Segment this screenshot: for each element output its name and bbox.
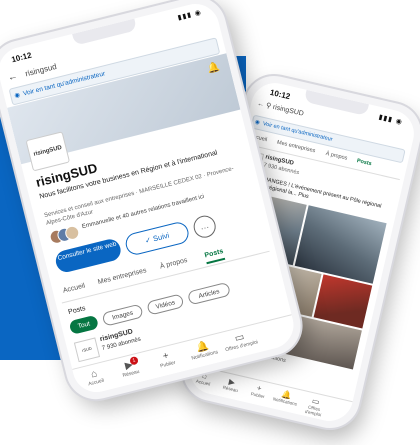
tab-posts[interactable]: Posts xyxy=(203,247,226,265)
nav-notifications[interactable]: 🔔 Notifications xyxy=(184,338,223,363)
filter-images[interactable]: Images xyxy=(101,303,144,327)
employee-avatars xyxy=(48,224,81,246)
back-arrow-icon[interactable]: ← xyxy=(256,100,264,108)
status-time: 10:12 xyxy=(10,50,33,65)
nav-network[interactable]: ▶ 1 Réseau xyxy=(110,355,149,381)
filter-videos[interactable]: Vidéos xyxy=(146,293,185,316)
visit-website-button[interactable]: Consulter le site web xyxy=(53,237,123,275)
tab-mes-entreprises[interactable]: Mes entreprises xyxy=(97,267,147,286)
tab-a-propos[interactable]: À propos xyxy=(325,151,348,162)
nav-home[interactable]: ⌂ Accueil xyxy=(75,365,114,390)
eye-icon: ◉ xyxy=(254,119,261,127)
filter-all[interactable]: Tout xyxy=(68,314,100,335)
nav-jobs[interactable]: ▭ Offres d'emploi xyxy=(299,394,331,419)
tab-posts[interactable]: Posts xyxy=(356,158,372,167)
signal-icon: ▮▮▮ ◉ xyxy=(177,9,203,22)
nav-network[interactable]: ▶ Réseau xyxy=(216,375,246,395)
nav-jobs[interactable]: ▭ Offres d'emploi xyxy=(221,328,260,354)
nav-label: Offres d'emploi xyxy=(304,404,322,418)
filter-articles[interactable]: Articles xyxy=(186,281,232,306)
following-button[interactable]: ✓ Suivi xyxy=(123,220,191,257)
search-icon: ⚲ xyxy=(265,102,272,111)
status-time: 10:12 xyxy=(269,87,292,102)
company-logo: rSUD xyxy=(73,337,101,363)
tab-a-propos[interactable]: À propos xyxy=(159,257,188,271)
more-button[interactable]: … xyxy=(191,213,219,240)
tab-accueil[interactable]: Accueil xyxy=(62,282,86,294)
nav-post[interactable]: + Publier xyxy=(147,347,186,372)
signal-icon: ▮▮▮ ◉ xyxy=(377,113,404,127)
eye-icon: ◉ xyxy=(13,91,21,100)
nav-notifications[interactable]: 🔔 Notifications xyxy=(271,387,301,407)
back-arrow-icon[interactable]: ← xyxy=(7,71,19,84)
posts-heading: Posts xyxy=(67,305,87,317)
nav-post[interactable]: + Publier xyxy=(243,381,273,401)
